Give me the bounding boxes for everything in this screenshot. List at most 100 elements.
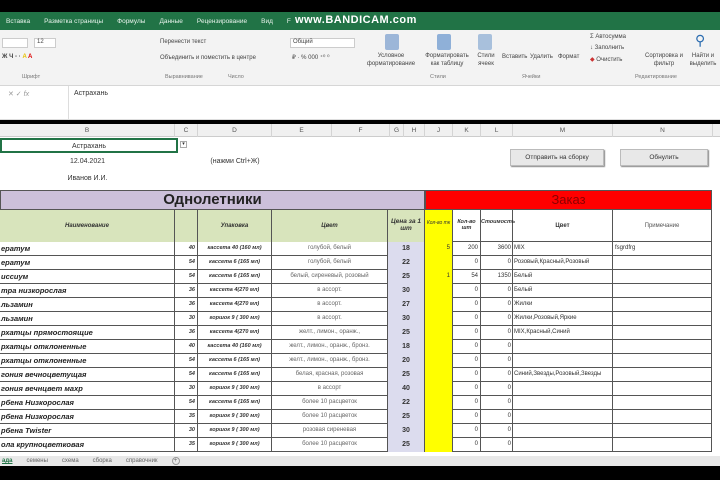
cell-note[interactable] <box>613 298 712 312</box>
tab-more[interactable]: F <box>287 18 291 25</box>
col-b[interactable]: B <box>0 124 175 137</box>
cell-ocolor[interactable]: Белый <box>513 270 613 284</box>
cell-ocolor[interactable] <box>513 354 613 368</box>
cell-pack[interactable]: кассета 6 (165 мл) <box>198 368 272 382</box>
cell-qty[interactable] <box>425 396 453 410</box>
cell-pack[interactable]: горшок 9 ( 300 мл) <box>198 410 272 424</box>
cell-pcs[interactable]: 0 <box>453 382 481 396</box>
cell-pcs[interactable]: 0 <box>453 396 481 410</box>
cell-color[interactable]: голубой, белый <box>272 256 388 270</box>
cell-pcs[interactable]: 54 <box>453 270 481 284</box>
cell-price[interactable]: 22 <box>388 396 425 410</box>
cell-n[interactable]: 35 <box>175 410 198 424</box>
cell-color[interactable]: в ассорт. <box>272 284 388 298</box>
delete-cells-button[interactable]: Удалить <box>530 54 553 60</box>
cell-color[interactable]: белый, сиреневый, розовый <box>272 270 388 284</box>
number-format-select[interactable]: Общий <box>290 38 355 48</box>
cell-color[interactable]: желт., лимон., оранж., бронз. <box>272 354 388 368</box>
cell-qty[interactable] <box>425 284 453 298</box>
cell-note[interactable] <box>613 410 712 424</box>
col-g[interactable]: G <box>390 124 404 137</box>
cell-note[interactable] <box>613 382 712 396</box>
cell-cost[interactable]: 1350 <box>481 270 513 284</box>
cell-name[interactable]: льзамин <box>0 298 175 312</box>
sheet-tab-scheme[interactable]: схема <box>62 458 79 464</box>
cell-pack[interactable]: кассета 40 (160 мл) <box>198 242 272 256</box>
cell-name[interactable]: рхатцы отклоненные <box>0 354 175 368</box>
cell-name[interactable]: рбена Twister <box>0 424 175 438</box>
cell-n[interactable]: 36 <box>175 326 198 340</box>
cell-pcs[interactable]: 0 <box>453 368 481 382</box>
cell-qty[interactable] <box>425 298 453 312</box>
cell-price[interactable]: 18 <box>388 242 425 256</box>
cell-name[interactable]: иссиум <box>0 270 175 284</box>
cell-ocolor[interactable]: Синий,Звезды,Розовый,Звезды <box>513 368 613 382</box>
tab-formulas[interactable]: Формулы <box>117 18 145 25</box>
cell-price[interactable]: 20 <box>388 354 425 368</box>
font-name-box[interactable] <box>2 38 28 48</box>
cell-n[interactable]: 40 <box>175 242 198 256</box>
cell-color[interactable]: розовая сиреневая <box>272 424 388 438</box>
cell-cost[interactable]: 0 <box>481 382 513 396</box>
cell-qty[interactable] <box>425 382 453 396</box>
cell-note[interactable] <box>613 326 712 340</box>
insert-cells-button[interactable]: Вставить <box>502 54 527 60</box>
cell-price[interactable]: 30 <box>388 424 425 438</box>
cell-color[interactable]: более 10 расцветок <box>272 410 388 424</box>
cell-ocolor[interactable] <box>513 382 613 396</box>
format-cells-button[interactable]: Формат <box>558 54 579 60</box>
cell-color[interactable]: желт., лимон., оранж., бронз. <box>272 340 388 354</box>
cell-pcs[interactable]: 0 <box>453 354 481 368</box>
cell-name[interactable]: рхатцы прямостоящие <box>0 326 175 340</box>
cell-price[interactable]: 30 <box>388 284 425 298</box>
cell-name[interactable]: ератум <box>0 256 175 270</box>
cell-qty[interactable] <box>425 340 453 354</box>
cell-price[interactable]: 25 <box>388 438 425 452</box>
cell-color[interactable]: в ассорт <box>272 382 388 396</box>
cell-color[interactable]: в ассорт. <box>272 312 388 326</box>
merge-center-button[interactable]: Объединить и поместить в центре <box>160 55 256 61</box>
cell-pcs[interactable]: 200 <box>453 242 481 256</box>
fill-button[interactable]: ↓ Заполнить <box>590 45 624 51</box>
cell-note[interactable] <box>613 270 712 284</box>
cell-ocolor[interactable] <box>513 438 613 452</box>
cell-pcs[interactable]: 0 <box>453 438 481 452</box>
cell-ocolor[interactable] <box>513 410 613 424</box>
cell-pack[interactable]: кассета 6 (165 мл) <box>198 354 272 368</box>
col-e[interactable]: E <box>272 124 332 137</box>
cell-pack[interactable]: горшок 9 ( 300 мл) <box>198 312 272 326</box>
cell-pack[interactable]: кассета 6 (165 мл) <box>198 396 272 410</box>
cell-styles-button[interactable]: Стили ячеек <box>472 52 500 68</box>
cell-qty[interactable]: 1 <box>425 270 453 284</box>
cell-note[interactable]: fsgrdfrg <box>613 242 712 256</box>
cell-n[interactable]: 54 <box>175 368 198 382</box>
cell-name[interactable]: рбена Низкорослая <box>0 410 175 424</box>
cell-note[interactable] <box>613 340 712 354</box>
cell-qty[interactable] <box>425 410 453 424</box>
clear-button[interactable]: ◆ Очистить <box>590 56 622 63</box>
col-n[interactable]: N <box>613 124 713 137</box>
cell-pcs[interactable]: 0 <box>453 326 481 340</box>
col-f[interactable]: F <box>332 124 390 137</box>
font-size-box[interactable]: 12 <box>34 38 56 48</box>
cell-name[interactable]: гония вечнцвет махр <box>0 382 175 396</box>
cell-price[interactable]: 27 <box>388 298 425 312</box>
cell-ocolor[interactable] <box>513 340 613 354</box>
cell-pack[interactable]: кассета 4(270 мл) <box>198 326 272 340</box>
send-to-assembly-button[interactable]: Отправить на сборку <box>510 149 604 166</box>
cell-price[interactable]: 25 <box>388 326 425 340</box>
col-j[interactable]: J <box>425 124 453 137</box>
bold-underline-icons[interactable]: Ж Ч ▫ · A A <box>2 54 32 60</box>
cell-cost[interactable]: 0 <box>481 424 513 438</box>
cell-note[interactable] <box>613 256 712 270</box>
cell-cost[interactable]: 0 <box>481 438 513 452</box>
tab-data[interactable]: Данные <box>159 18 182 25</box>
cell-cost[interactable]: 3600 <box>481 242 513 256</box>
col-c[interactable]: C <box>175 124 198 137</box>
cell-n[interactable]: 36 <box>175 284 198 298</box>
cell-qty[interactable] <box>425 326 453 340</box>
cell-name[interactable]: рхатцы отклоненные <box>0 340 175 354</box>
cell-n[interactable]: 40 <box>175 340 198 354</box>
cell-pack[interactable]: кассета 6 (165 мл) <box>198 270 272 284</box>
cell-name[interactable]: тра низкорослая <box>0 284 175 298</box>
